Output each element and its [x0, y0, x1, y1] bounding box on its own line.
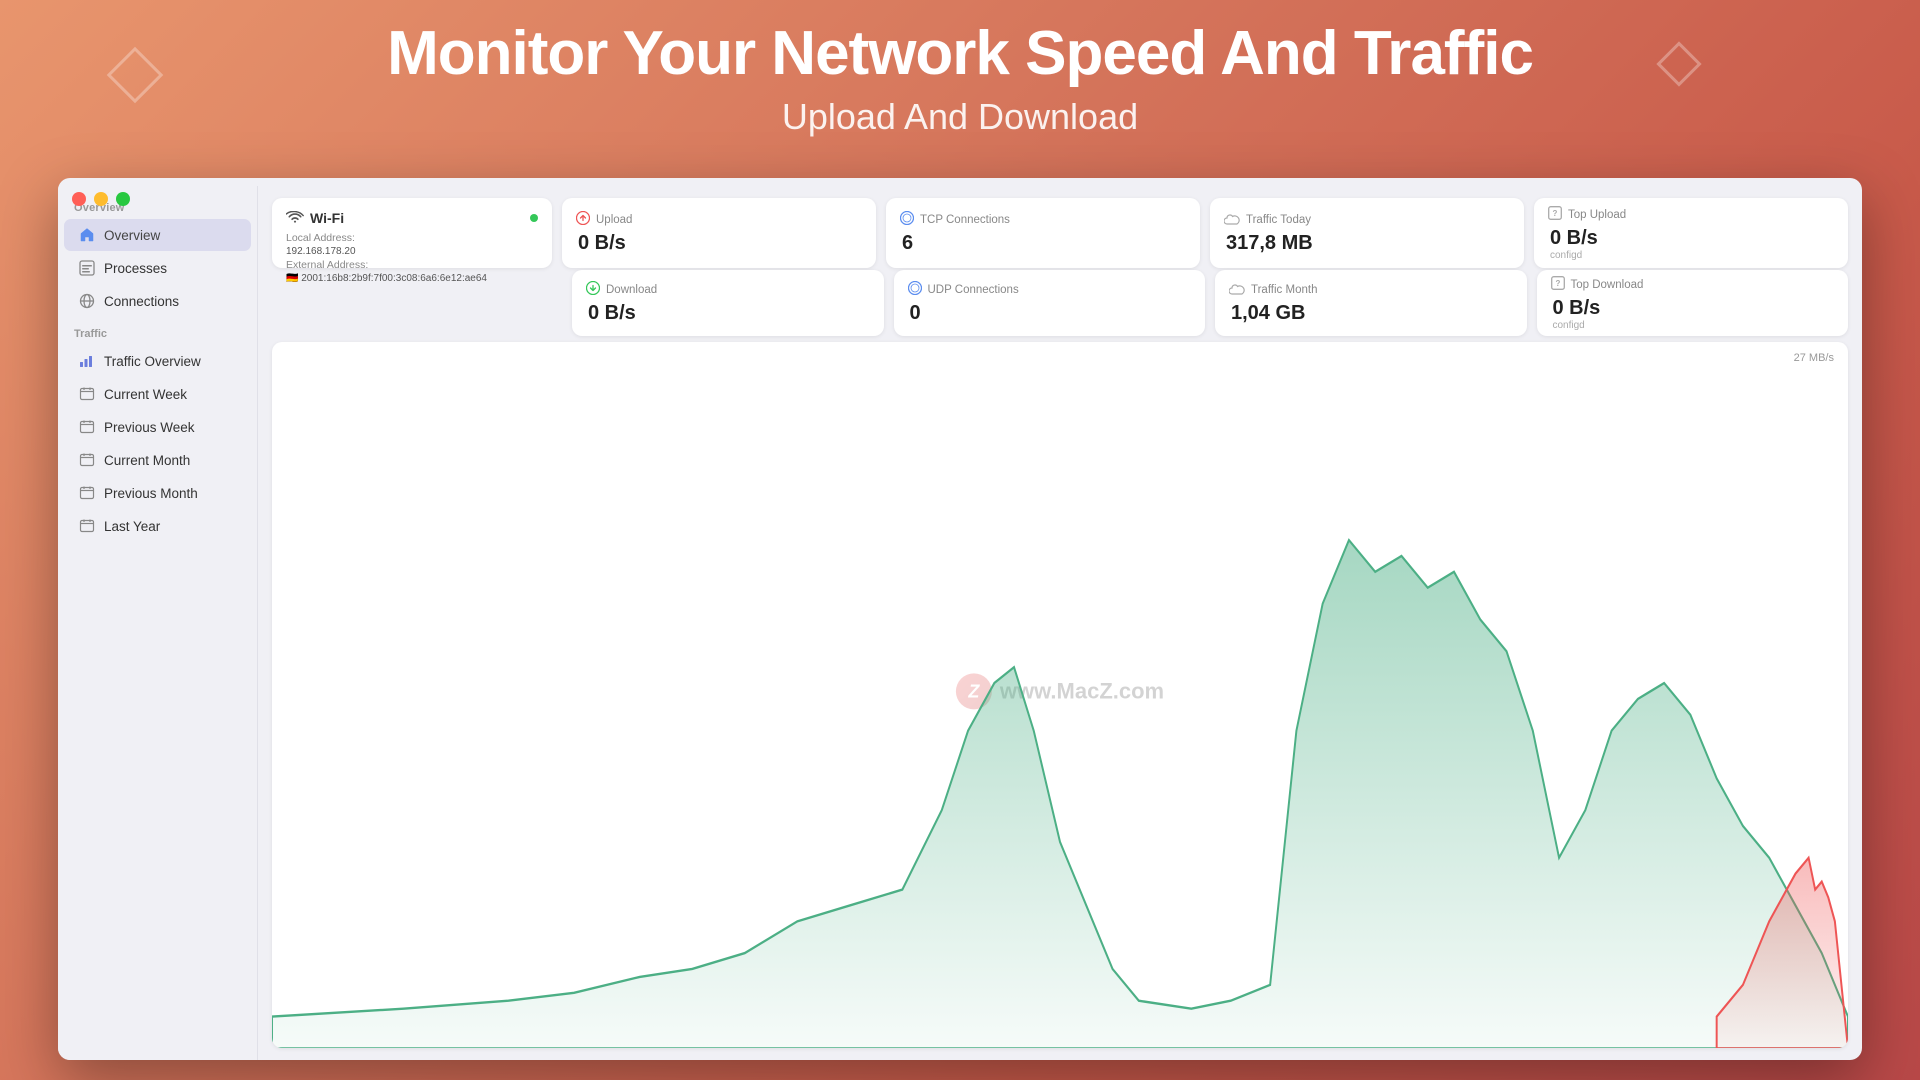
top-download-value: 0 B/s [1551, 297, 1835, 320]
udp-label: UDP Connections [928, 284, 1019, 296]
wifi-local-address: 192.168.178.20 [286, 246, 538, 257]
stat-cards-2: Download 0 B/s UDP Connections 0 [572, 270, 1848, 336]
sidebar-section-traffic: Traffic [58, 318, 257, 344]
chart-max-label: 27 MB/s [1794, 352, 1834, 364]
sidebar: Overview Overview Processes Connections [58, 186, 258, 1060]
sidebar-item-previous-month[interactable]: Previous Month [64, 477, 251, 509]
tcp-value: 6 [900, 232, 1186, 255]
top-upload-card: ? Top Upload 0 B/s configd [1534, 198, 1848, 268]
sidebar-item-processes[interactable]: Processes [64, 252, 251, 284]
tcp-icon [900, 211, 914, 229]
wifi-card: Wi-Fi Local Address: 192.168.178.20 Exte… [272, 198, 552, 268]
traffic-month-header: Traffic Month [1229, 282, 1513, 299]
sidebar-item-connections[interactable]: Connections [64, 285, 251, 317]
download-label: Download [606, 284, 657, 296]
top-upload-value: 0 B/s [1548, 227, 1834, 250]
sidebar-previous-month-label: Previous Month [104, 486, 198, 501]
connections-icon [78, 292, 96, 310]
download-card: Download 0 B/s [572, 270, 884, 336]
tcp-header: TCP Connections [900, 211, 1186, 229]
upload-card: Upload 0 B/s [562, 198, 876, 268]
sidebar-current-month-label: Current Month [104, 453, 190, 468]
sidebar-item-current-week[interactable]: Current Week [64, 378, 251, 410]
svg-text:?: ? [1553, 209, 1558, 218]
upload-icon [576, 211, 590, 229]
wifi-status-dot [530, 214, 538, 222]
content-area: Wi-Fi Local Address: 192.168.178.20 Exte… [258, 186, 1862, 1060]
current-month-icon [78, 451, 96, 469]
tcp-label: TCP Connections [920, 214, 1010, 226]
wifi-name-text: Wi-Fi [310, 210, 344, 226]
upload-label: Upload [596, 214, 632, 226]
maximize-button[interactable] [116, 192, 130, 206]
sidebar-item-overview[interactable]: Overview [64, 219, 251, 251]
chart-svg [272, 413, 1848, 1048]
wifi-header: Wi-Fi [286, 210, 538, 226]
traffic-month-value: 1,04 GB [1229, 302, 1513, 325]
stats-row-1: Wi-Fi Local Address: 192.168.178.20 Exte… [258, 186, 1862, 276]
top-upload-sub: configd [1548, 250, 1834, 261]
udp-card: UDP Connections 0 [894, 270, 1206, 336]
cloud-icon-today [1224, 212, 1240, 229]
processes-icon [78, 259, 96, 277]
wifi-name: Wi-Fi [286, 210, 344, 226]
minimize-button[interactable] [94, 192, 108, 206]
page-title: Monitor Your Network Speed And Traffic [0, 20, 1920, 88]
last-year-icon [78, 517, 96, 535]
page-header: Monitor Your Network Speed And Traffic U… [0, 0, 1920, 148]
udp-header: UDP Connections [908, 281, 1192, 299]
traffic-month-card: Traffic Month 1,04 GB [1215, 270, 1527, 336]
download-value: 0 B/s [586, 302, 870, 325]
green-area [272, 540, 1848, 1048]
app-body: Overview Overview Processes Connections [58, 186, 1862, 1060]
sidebar-current-week-label: Current Week [104, 387, 187, 402]
previous-month-icon [78, 484, 96, 502]
sidebar-item-traffic-overview[interactable]: Traffic Overview [64, 345, 251, 377]
upload-value: 0 B/s [576, 232, 862, 255]
sidebar-connections-label: Connections [104, 294, 179, 309]
top-upload-header: ? Top Upload [1548, 206, 1834, 224]
top-download-header: ? Top Download [1551, 276, 1835, 294]
previous-week-icon [78, 418, 96, 436]
chart-container: 27 MB/s Z www.MacZ.com [272, 342, 1848, 1048]
window-controls [72, 192, 130, 206]
sidebar-last-year-label: Last Year [104, 519, 160, 534]
download-header: Download [586, 281, 870, 299]
sidebar-item-last-year[interactable]: Last Year [64, 510, 251, 542]
top-download-card: ? Top Download 0 B/s configd [1537, 270, 1849, 336]
home-icon [78, 226, 96, 244]
traffic-overview-icon [78, 352, 96, 370]
stat-cards: Upload 0 B/s TCP Connections 6 [562, 198, 1848, 268]
sidebar-item-current-month[interactable]: Current Month [64, 444, 251, 476]
close-button[interactable] [72, 192, 86, 206]
mac-window: Overview Overview Processes Connections [58, 178, 1862, 1060]
traffic-today-value: 317,8 MB [1224, 232, 1510, 255]
wifi-icon [286, 211, 304, 225]
sidebar-overview-label: Overview [104, 228, 160, 243]
udp-value: 0 [908, 302, 1192, 325]
cloud-icon-month [1229, 282, 1245, 299]
download-icon [586, 281, 600, 299]
traffic-today-label: Traffic Today [1246, 214, 1311, 226]
sidebar-traffic-overview-label: Traffic Overview [104, 354, 201, 369]
page-subtitle: Upload And Download [0, 96, 1920, 138]
sidebar-previous-week-label: Previous Week [104, 420, 195, 435]
svg-text:?: ? [1555, 279, 1560, 288]
wifi-local-label: Local Address: [286, 232, 538, 244]
top-download-label: Top Download [1571, 279, 1644, 291]
upload-header: Upload [576, 211, 862, 229]
top-upload-label: Top Upload [1568, 209, 1626, 221]
traffic-today-card: Traffic Today 317,8 MB [1210, 198, 1524, 268]
traffic-today-header: Traffic Today [1224, 212, 1510, 229]
traffic-month-label: Traffic Month [1251, 284, 1317, 296]
question-icon-upload: ? [1548, 206, 1562, 224]
tcp-card: TCP Connections 6 [886, 198, 1200, 268]
sidebar-processes-label: Processes [104, 261, 167, 276]
stats-row-2: Download 0 B/s UDP Connections 0 [258, 270, 1862, 342]
top-download-sub: configd [1551, 320, 1835, 331]
sidebar-item-previous-week[interactable]: Previous Week [64, 411, 251, 443]
question-icon-download: ? [1551, 276, 1565, 294]
udp-icon [908, 281, 922, 299]
current-week-icon [78, 385, 96, 403]
